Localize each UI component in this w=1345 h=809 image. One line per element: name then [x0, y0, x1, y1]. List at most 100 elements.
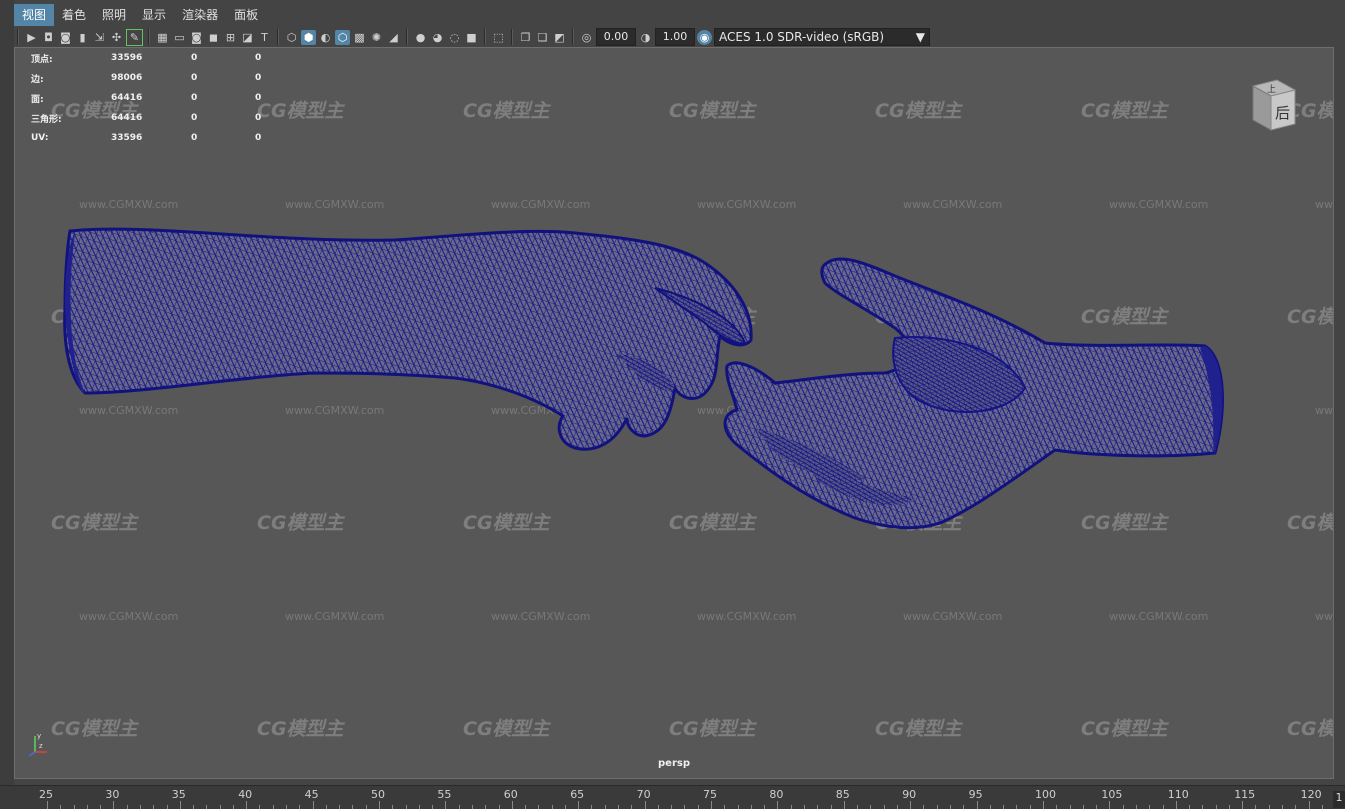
svg-text:z: z: [39, 742, 43, 750]
isolate-select-icon[interactable]: ⬚: [491, 30, 506, 45]
current-frame-field[interactable]: 1: [1333, 791, 1345, 808]
toolbar-separator: [17, 29, 19, 45]
poly-count-hud: 顶点: 33596 0 0 边: 98006 0 0 面: 64416 0 0 …: [31, 48, 261, 148]
timeline-tick: [153, 805, 155, 809]
timeline-tick: [1149, 805, 1151, 809]
axis-gizmo: y z: [25, 728, 55, 762]
timeline-tick-label: 110: [1167, 788, 1189, 801]
timeline-tick: [259, 805, 261, 809]
timeline-tick: [193, 805, 195, 809]
timeline-tick: [352, 805, 354, 809]
toolbar-separator: [511, 29, 513, 45]
hud-selected-obj: 0: [255, 133, 262, 143]
image-plane-icon[interactable]: ⇲: [92, 30, 107, 45]
timeline-tick: [139, 805, 141, 809]
timeline-tick: [697, 805, 699, 809]
timeline-tick: [1082, 805, 1084, 809]
camera-attributes-icon[interactable]: ◘: [41, 30, 56, 45]
hud-label: UV:: [31, 133, 49, 143]
menu-show[interactable]: 显示: [134, 4, 174, 26]
hud-total: 33596: [111, 133, 143, 143]
exposure-icon[interactable]: ◎: [579, 30, 594, 45]
timeline-tick: [1189, 805, 1191, 809]
menu-renderer[interactable]: 渲染器: [174, 4, 226, 26]
timeline-tick: [724, 805, 726, 809]
hud-selected: 0: [191, 93, 198, 103]
right-hand-mesh[interactable]: [723, 257, 1224, 530]
timeline-tick: [1003, 805, 1005, 809]
field-chart-icon[interactable]: ⊞: [223, 30, 238, 45]
xray-active-icon[interactable]: ❑: [535, 30, 550, 45]
menu-panels[interactable]: 面板: [226, 4, 266, 26]
timeline-tick: [564, 805, 566, 809]
smooth-shade-icon[interactable]: ⬢: [301, 29, 316, 45]
hud-row-uvs: UV: 33596 0 0: [31, 128, 261, 148]
grease-pencil-icon[interactable]: ✎: [126, 28, 143, 46]
color-management-icon[interactable]: ◉: [697, 29, 712, 45]
timeline-tick: [458, 805, 460, 809]
timeline-tick: [525, 805, 527, 809]
chevron-down-icon: ▼: [915, 30, 925, 44]
wireframe-on-shaded-icon[interactable]: ⬡: [335, 29, 350, 45]
grid-icon[interactable]: ▦: [155, 30, 170, 45]
viewcube-front-label: 后: [1275, 104, 1290, 122]
color-space-select[interactable]: ACES 1.0 SDR-video (sRGB) ▼: [714, 28, 930, 46]
viewport-3d[interactable]: CG模型主CG模型主CG模型主CG模型主CG模型主CG模型主CG模型主CG模型主…: [14, 47, 1334, 779]
bookmark-camera-icon[interactable]: ◙: [58, 30, 73, 45]
depth-of-field-icon[interactable]: ■: [464, 30, 479, 45]
timeline-tick: [1056, 805, 1058, 809]
timeline-tick: [551, 805, 553, 809]
view-cube[interactable]: 上 后: [1249, 76, 1299, 136]
xray-joints-icon[interactable]: ◩: [552, 30, 567, 45]
hud-label: 边:: [31, 74, 44, 85]
lights-icon[interactable]: ✺: [369, 30, 384, 45]
menu-view[interactable]: 视图: [14, 4, 55, 26]
timeline-tick: [883, 805, 885, 809]
xray-icon[interactable]: ❐: [518, 30, 533, 45]
gate-mask-icon[interactable]: ◼: [206, 30, 221, 45]
viewcube-top-label: 上: [1267, 84, 1276, 95]
timeline-tick: [1202, 805, 1204, 809]
safe-action-icon[interactable]: ◪: [240, 30, 255, 45]
gamma-field[interactable]: 1.00: [655, 28, 695, 46]
timeline-tick: [73, 805, 75, 809]
timeline-tick: [1255, 805, 1257, 809]
timeline-tick: [671, 805, 673, 809]
menu-lighting[interactable]: 照明: [94, 4, 134, 26]
timeline-tick: [392, 805, 394, 809]
timeline-tick: [830, 805, 832, 809]
timeline-tick: [950, 805, 952, 809]
motion-blur-icon[interactable]: ◕: [430, 30, 445, 45]
time-slider[interactable]: 25 30 35 40 45 50 55 60 65 70 75 80 85 90 95 100 105 110 1…: [0, 785, 1345, 809]
timeline-tick: [591, 805, 593, 809]
timeline-tick-label: 60: [503, 788, 518, 801]
exposure-field[interactable]: 0.00: [596, 28, 636, 46]
left-hand-mesh[interactable]: [63, 227, 753, 451]
default-material-icon[interactable]: ◐: [318, 30, 333, 45]
toolbar-separator: [148, 29, 150, 45]
timeline-tick: [1228, 805, 1230, 809]
screen-space-ao-icon[interactable]: ●: [413, 30, 428, 45]
toolbar-separator: [572, 29, 574, 45]
safe-title-icon[interactable]: T: [257, 30, 272, 45]
menu-shading[interactable]: 着色: [54, 4, 94, 26]
shadows-icon[interactable]: ◢: [386, 30, 401, 45]
resolution-gate-icon[interactable]: ◙: [189, 30, 204, 45]
textured-icon[interactable]: ▩: [352, 30, 367, 45]
toolbar-separator: [484, 29, 486, 45]
film-gate-icon[interactable]: ▭: [172, 30, 187, 45]
2d-pan-zoom-icon[interactable]: ✣: [109, 30, 124, 45]
timeline-tick: [471, 805, 473, 809]
timeline-tick: [989, 805, 991, 809]
timeline-tick: [219, 805, 221, 809]
timeline-tick: [299, 805, 301, 809]
anti-aliasing-icon[interactable]: ◌: [447, 30, 462, 45]
timeline-tick: [764, 805, 766, 809]
gamma-icon[interactable]: ◑: [638, 30, 653, 45]
timeline-tick: [365, 805, 367, 809]
hud-row-faces: 面: 64416 0 0: [31, 88, 261, 108]
bookmark-icon[interactable]: ▮: [75, 30, 90, 45]
timeline-tick: [1135, 805, 1137, 809]
wireframe-icon[interactable]: ⬡: [284, 30, 299, 45]
camera-select-icon[interactable]: ▶: [24, 30, 39, 45]
